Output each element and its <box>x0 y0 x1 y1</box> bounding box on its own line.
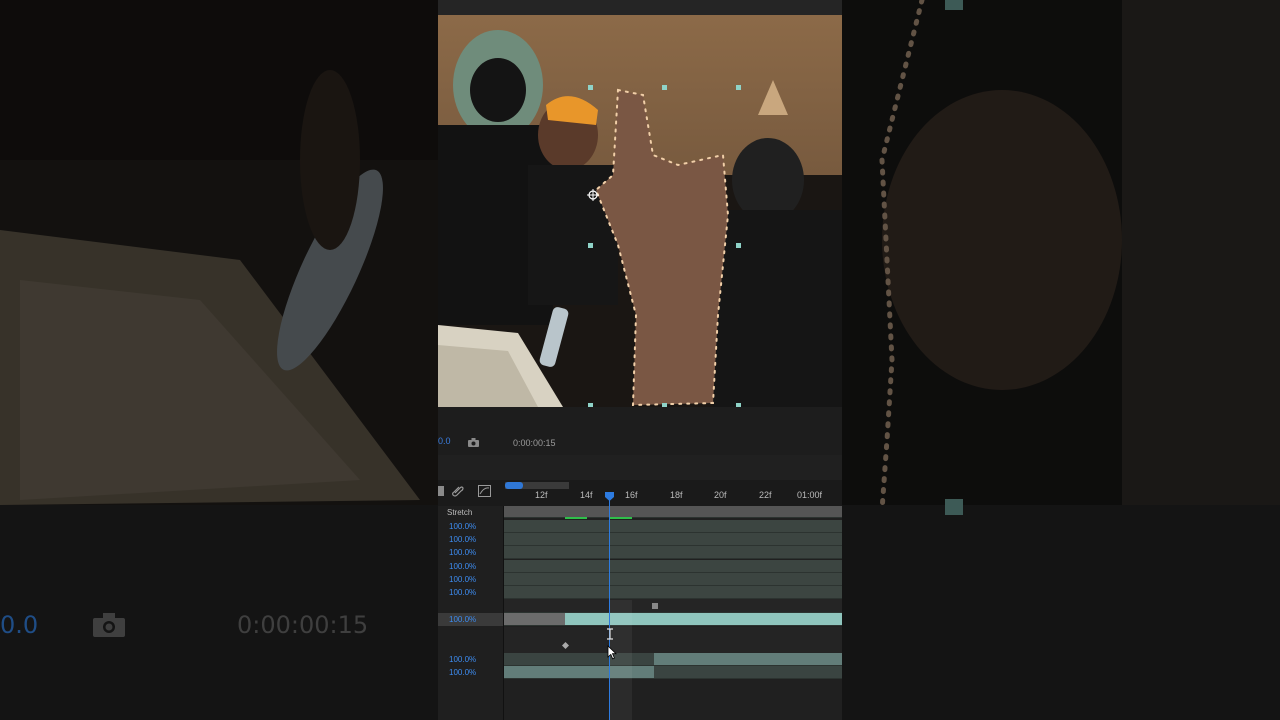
current-timecode[interactable]: 0:00:00:15 <box>513 438 556 448</box>
layer-bar[interactable] <box>504 533 842 546</box>
zoom-level[interactable]: 0.0 <box>438 436 451 446</box>
stretch-value[interactable]: 100.0% <box>449 588 476 597</box>
ruler-label: 16f <box>625 490 638 500</box>
ibeam-cursor-icon <box>607 628 613 640</box>
background-left-blur: 0.0 0:00:00:15 <box>0 0 438 720</box>
stretch-value[interactable]: 100.0% <box>449 535 476 544</box>
frame-highlight <box>609 600 632 720</box>
keyframe-diamond-icon[interactable] <box>562 642 569 649</box>
ruler-label: 22f <box>759 490 772 500</box>
graph-editor-icon[interactable] <box>478 485 491 497</box>
composition-viewer[interactable] <box>438 15 842 407</box>
after-effects-panel: 0.0 0:00:00:15 12f 14f 16f 18f 20f 22f 0… <box>438 0 842 720</box>
keyframe-marker[interactable] <box>652 603 658 609</box>
layer-bar[interactable] <box>504 573 842 586</box>
background-handle <box>945 0 963 10</box>
stretch-value[interactable]: 100.0% <box>449 575 476 584</box>
background-photo-right <box>842 0 1280 505</box>
background-photo-left <box>0 0 438 505</box>
camera-icon[interactable] <box>468 438 479 447</box>
panel-menu-icon[interactable] <box>438 486 444 496</box>
video-frame <box>438 15 842 407</box>
stretch-value[interactable]: 100.0% <box>449 655 476 664</box>
stretch-value[interactable]: 100.0% <box>449 668 476 677</box>
playhead-line <box>609 498 610 720</box>
paperclip-icon[interactable] <box>452 485 464 497</box>
background-handle <box>945 499 963 515</box>
background-camera-icon <box>93 613 125 637</box>
background-zoom-text: 0.0 <box>0 611 39 639</box>
background-lower-right <box>842 505 1280 720</box>
layer-bar[interactable] <box>504 560 842 573</box>
background-lower-left <box>0 505 438 720</box>
work-area-start[interactable] <box>505 482 523 489</box>
panel-top-bar <box>438 0 842 15</box>
stretch-column-header: Stretch <box>447 508 473 517</box>
stretch-value[interactable]: 100.0% <box>449 562 476 571</box>
ruler-label: 12f <box>535 490 548 500</box>
layer-bar[interactable] <box>504 586 842 599</box>
composition-bar <box>504 506 842 518</box>
layer-bar-segment[interactable] <box>654 653 842 665</box>
viewer-controls <box>438 407 842 455</box>
empty-track <box>504 627 842 654</box>
cache-indicator <box>565 517 587 519</box>
layer-bar[interactable] <box>504 546 842 559</box>
stretch-value[interactable]: 100.0% <box>449 548 476 557</box>
timeline-header <box>438 480 842 506</box>
background-timecode: 0:00:00:15 <box>237 611 369 639</box>
ruler-label: 01:00f <box>797 490 823 500</box>
mouse-pointer-icon <box>607 645 617 660</box>
ruler-label: 14f <box>580 490 593 500</box>
stretch-value[interactable]: 100.0% <box>449 615 476 624</box>
empty-track <box>504 599 842 613</box>
stretch-value[interactable]: 100.0% <box>449 522 476 531</box>
cache-indicator <box>610 517 632 519</box>
playhead-handle-icon[interactable] <box>605 492 614 501</box>
ruler-label: 18f <box>670 490 683 500</box>
layer-bar-selected[interactable] <box>565 613 842 625</box>
background-right-blur <box>842 0 1280 720</box>
ruler-label: 20f <box>714 490 727 500</box>
layer-bar[interactable] <box>504 520 842 533</box>
